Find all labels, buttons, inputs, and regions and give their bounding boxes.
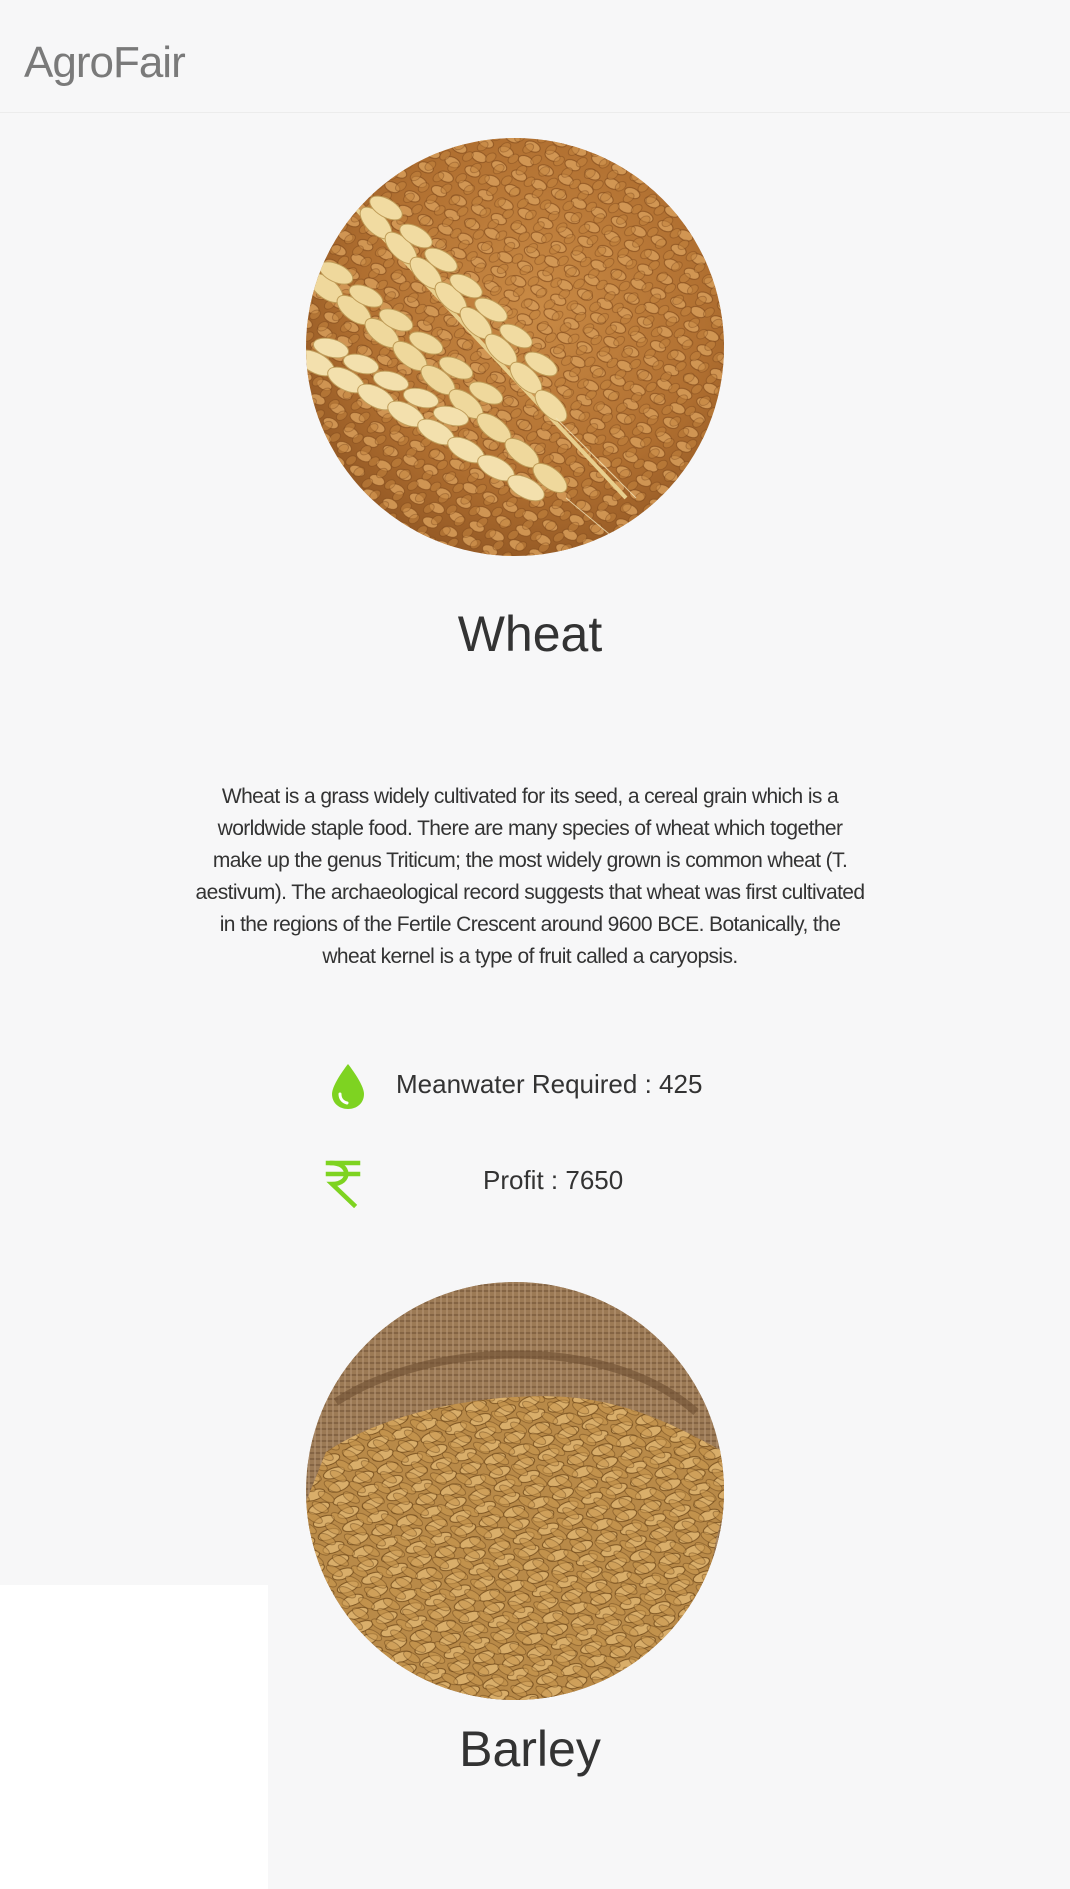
wheat-image — [306, 138, 724, 556]
page: AgroFair Wheat Wheat is a grass widely c… — [0, 0, 1070, 1889]
crop-title-barley: Barley — [459, 1721, 601, 1777]
crop-title-wheat: Wheat — [457, 606, 603, 662]
barley-image — [306, 1282, 724, 1700]
navbar: AgroFair — [0, 0, 1070, 113]
water-drop-icon — [328, 1062, 368, 1115]
crop-description: Wheat is a grass widely cultivated for i… — [195, 785, 866, 968]
rupee-icon — [324, 1158, 364, 1213]
brand-logo[interactable]: AgroFair — [24, 38, 186, 88]
water-required-label: Meanwater Required : 425 — [396, 1069, 703, 1099]
profit-label: Profit : 7650 — [483, 1165, 624, 1195]
